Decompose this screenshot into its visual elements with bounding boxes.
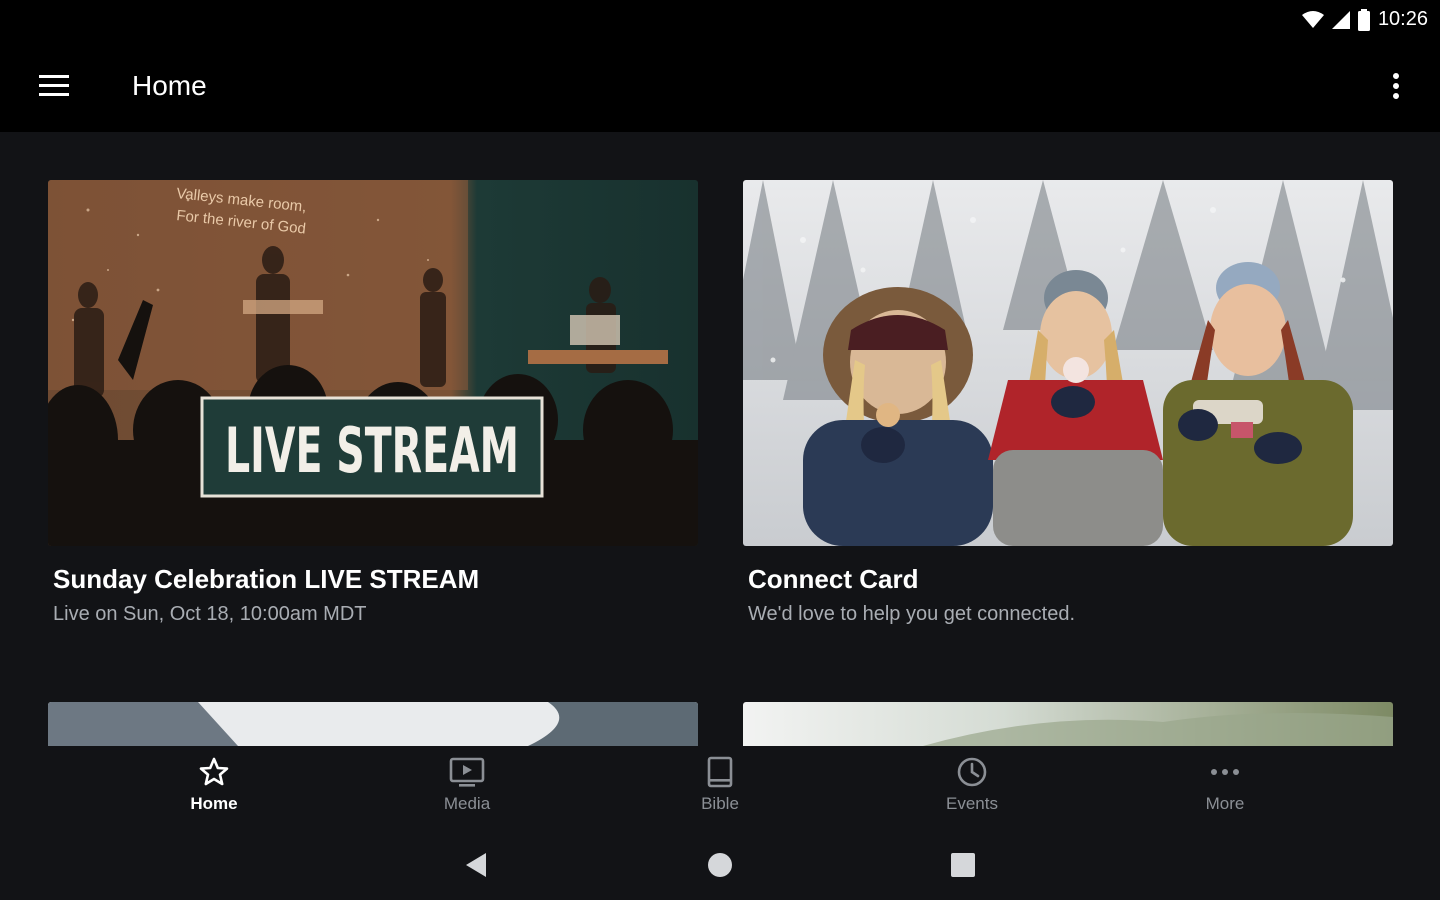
card-live-stream[interactable]: Valleys make room, For the river of God	[48, 180, 698, 626]
more-horiz-icon	[1211, 769, 1239, 775]
nav-label-events: Events	[946, 794, 998, 813]
page-title: Home	[132, 70, 207, 101]
card-partial-left[interactable]	[48, 702, 698, 746]
battery-icon	[1357, 8, 1370, 31]
nav-item-bible[interactable]: Bible	[630, 756, 810, 826]
card-subtitle: We'd love to help you get connected.	[748, 603, 1076, 625]
nav-label-home: Home	[190, 794, 238, 813]
nav-item-events[interactable]: Events	[882, 756, 1062, 826]
card-subtitle: Live on Sun, Oct 18, 10:00am MDT	[53, 603, 367, 625]
connect-card-thumbnail	[743, 180, 1393, 546]
live-stream-overlay-text: LIVE STREAM	[225, 414, 519, 487]
recents-button[interactable]	[943, 850, 983, 880]
content-feed: Valleys make room, For the river of God	[0, 132, 1440, 746]
system-navigation-bar	[0, 830, 1440, 900]
book-icon	[707, 756, 733, 788]
back-button[interactable]	[456, 850, 496, 880]
card-connect[interactable]: Connect Card We'd love to help you get c…	[743, 180, 1393, 626]
card-title: Sunday Celebration LIVE STREAM	[53, 564, 480, 594]
card-partial-image	[743, 702, 1393, 746]
bottom-navigation: Home Media Bible Events More	[0, 746, 1440, 830]
card-title: Connect Card	[748, 564, 919, 594]
hamburger-menu-icon	[39, 75, 69, 96]
connect-card-image	[743, 180, 1393, 546]
home-button[interactable]	[700, 850, 740, 880]
back-triangle-icon	[466, 853, 486, 877]
menu-button[interactable]	[30, 66, 78, 106]
recents-square-icon	[951, 853, 975, 877]
app-bar: Home	[0, 40, 1440, 132]
live-stream-thumbnail: Valleys make room, For the river of God	[48, 180, 698, 546]
card-partial-right[interactable]	[743, 702, 1393, 746]
cell-signal-icon	[1331, 10, 1350, 29]
status-icons: 10:26	[1301, 8, 1428, 31]
card-partial-image	[48, 702, 698, 746]
tv-icon	[449, 757, 485, 787]
more-vert-icon	[1393, 73, 1399, 99]
live-stream-image: Valleys make room, For the river of God	[48, 180, 698, 546]
home-circle-icon	[708, 853, 732, 877]
nav-item-more[interactable]: More	[1135, 756, 1315, 826]
clock-icon	[957, 757, 987, 787]
status-bar: 10:26	[0, 0, 1440, 40]
status-time: 10:26	[1377, 8, 1428, 30]
nav-item-media[interactable]: Media	[377, 756, 557, 826]
wifi-icon	[1301, 10, 1324, 28]
nav-item-home[interactable]: Home	[124, 756, 304, 826]
nav-label-more: More	[1205, 794, 1245, 813]
overflow-menu-button[interactable]	[1376, 66, 1416, 106]
nav-label-bible: Bible	[701, 794, 739, 813]
star-icon	[199, 757, 229, 786]
nav-label-media: Media	[443, 794, 491, 813]
